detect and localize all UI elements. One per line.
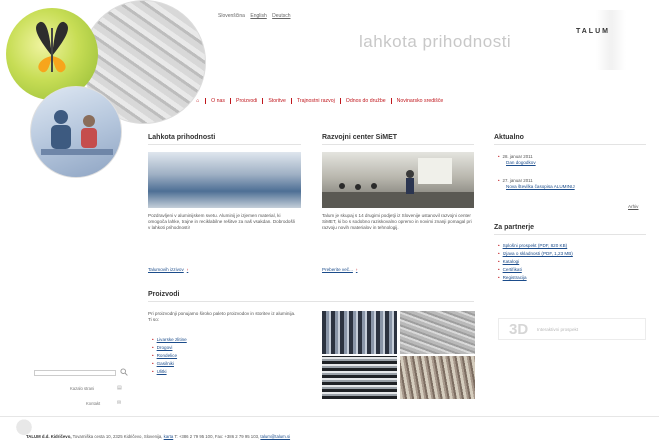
product-photo-granules[interactable] — [400, 311, 475, 354]
header-photo-people — [30, 86, 122, 178]
nav-item-sustainability[interactable]: Trajnostni razvoj — [290, 97, 340, 104]
lang-german-link[interactable]: Deutsch — [272, 13, 290, 19]
partner-link[interactable]: Registracija — [498, 274, 573, 282]
main-nav: ⌂ O nas Proizvodi Storitve Trajnostni ra… — [196, 96, 448, 105]
building-photo — [148, 152, 301, 208]
interactive-brochure-banner[interactable]: 3D Interaktivni prospekt — [498, 318, 646, 340]
footer-company: TALUM d.d. Kidričevo, — [26, 434, 72, 439]
banner-caption: Interaktivni prospekt — [537, 327, 579, 332]
col1-divider — [148, 144, 301, 145]
nav-item-products[interactable]: Proizvodi — [229, 97, 262, 104]
footer-address: Tovarniška cesta 10, 2325 Kidričevo, Slo… — [72, 434, 163, 439]
product-item[interactable]: Ulitki — [152, 368, 187, 376]
col1-title: Lahkota prihodnosti — [148, 134, 216, 141]
col2-more-link[interactable]: Preberite več... › — [322, 267, 357, 272]
sitemap-link[interactable]: Kazalo strani — [70, 386, 94, 391]
partner-link[interactable]: Izjava o skladnosti (PDF, 1,23 MB) — [498, 250, 573, 258]
search-icon[interactable] — [120, 368, 128, 376]
products-title: Proizvodi — [148, 291, 180, 298]
news-archive-link[interactable]: Arhiv — [628, 204, 638, 209]
home-icon[interactable]: ⌂ — [196, 98, 199, 104]
col1-more-label: Talumovih izzivov — [148, 267, 184, 272]
nav-item-society[interactable]: Odnos do družbe — [339, 97, 391, 104]
lang-english-link[interactable]: English — [250, 13, 266, 19]
product-item[interactable]: Rondelice — [152, 352, 187, 360]
product-photo-ingots[interactable] — [322, 356, 397, 399]
meeting-scene-icon — [322, 158, 474, 208]
bullet-icon: • — [498, 154, 500, 159]
product-photo-bars[interactable] — [322, 311, 397, 354]
magnifier-svg — [120, 368, 128, 376]
nav-item-about[interactable]: O nas — [205, 97, 230, 104]
partners-title: Za partnerje — [494, 224, 535, 231]
arrow-right-icon: › — [186, 267, 189, 272]
logo-glow — [596, 10, 626, 70]
news-title: Aktualno — [494, 134, 524, 141]
news-entry: • 27. januar 2011 Nova številka časopisa … — [498, 178, 644, 190]
site-logo[interactable]: TALUM — [576, 28, 610, 35]
col1-text: Pozdravljeni v aluminijskem svetu. Alumi… — [148, 213, 295, 230]
footer-email-link[interactable]: talum@talum.si — [260, 434, 290, 439]
news-date-text: 27. januar 2011 — [502, 178, 533, 183]
footer-divider — [0, 416, 659, 417]
site-tagline: lahkota prihodnosti — [359, 32, 512, 51]
col2-divider — [322, 144, 474, 145]
col2-more-label: Preberite več... — [322, 267, 353, 272]
news-link[interactable]: Nova številka časopisa ALUMINIJ — [506, 184, 644, 190]
col2-title: Razvojni center SiMET — [322, 134, 398, 141]
products-divider — [148, 301, 474, 302]
news-entry: • 28. januar 2011 Dan dogodkov — [498, 154, 644, 166]
nav-item-services[interactable]: Storitve — [262, 97, 291, 104]
meeting-photo — [322, 152, 474, 208]
footer: TALUM d.d. Kidričevo, Tovarniška cesta 1… — [26, 434, 290, 439]
banner-3d-text: 3D — [509, 321, 529, 338]
product-item[interactable]: Drogovi — [152, 344, 187, 352]
arrow-right-icon: › — [355, 267, 358, 272]
lang-slovenian-link[interactable]: Slovenščina — [218, 13, 245, 19]
nav-item-press[interactable]: Novinarsko središče — [390, 97, 449, 104]
news-date-text: 28. januar 2011 — [502, 154, 533, 159]
people-icon — [41, 110, 113, 155]
sitemap-icon[interactable]: ▤ — [117, 385, 122, 391]
search-input[interactable] — [34, 370, 116, 376]
news-link[interactable]: Dan dogodkov — [506, 160, 644, 166]
envelope-icon[interactable]: ✉ — [117, 400, 121, 406]
news-divider — [494, 144, 646, 145]
partner-link[interactable]: Splošni prospekt (PDF, 820 KB) — [498, 242, 573, 250]
partners-divider — [494, 234, 646, 235]
bullet-icon: • — [498, 178, 500, 183]
partners-list: Splošni prospekt (PDF, 820 KB) Izjava o … — [498, 242, 573, 282]
product-item[interactable]: Livarske zlitine — [152, 336, 187, 344]
product-photo-rods[interactable] — [400, 356, 475, 399]
products-list: Livarske zlitine Drogovi Rondelice Gasil… — [152, 336, 187, 376]
footer-emblem — [10, 414, 38, 436]
partner-link[interactable]: Katalogi — [498, 258, 573, 266]
col2-text: Talum je skupaj s 14 drugimi podjetji iz… — [322, 213, 472, 230]
footer-phone: T: +386 2 79 95 100, Fax: +386 2 79 95 1… — [174, 434, 260, 439]
footer-map-link[interactable]: karta — [164, 434, 174, 439]
products-text: Pri proizvodnji ponujamo široko paleto p… — [148, 311, 296, 322]
product-item[interactable]: Gasilniki — [152, 360, 187, 368]
language-links: Slovenščina English Deutsch — [218, 13, 295, 19]
partner-link[interactable]: Certifikati — [498, 266, 573, 274]
col1-more-link[interactable]: Talumovih izzivov › — [148, 267, 188, 272]
contact-link[interactable]: Kontakt — [86, 401, 100, 406]
